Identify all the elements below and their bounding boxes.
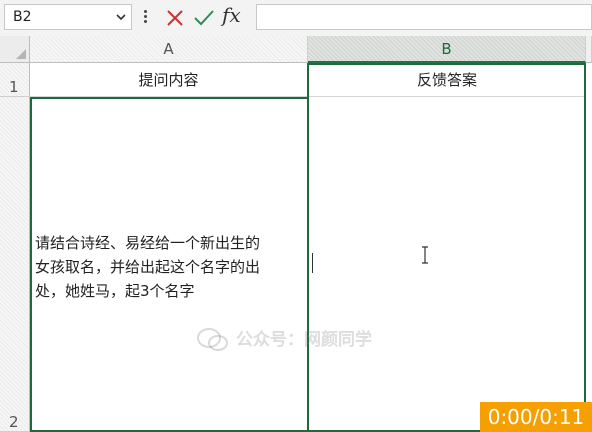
row-header-1[interactable]: 1 (0, 63, 30, 97)
chevron-down-icon[interactable] (115, 11, 127, 23)
column-header-a[interactable]: A (30, 36, 308, 63)
name-box[interactable]: B2 (4, 4, 132, 30)
cell-a2-border (30, 97, 309, 432)
more-options-icon[interactable] (140, 8, 150, 28)
wechat-icon (197, 328, 228, 351)
video-timer: 0:00/0:11 (480, 402, 592, 432)
ibeam-cursor-icon (422, 246, 428, 264)
watermark-text: 公众号：网颜同学 (236, 330, 372, 350)
watermark: 公众号：网颜同学 (196, 327, 406, 353)
cancel-icon[interactable] (163, 6, 187, 30)
row-header-2-label: 2 (9, 413, 19, 431)
column-b-selection-border (307, 63, 586, 432)
insert-function-button[interactable]: fx (222, 3, 241, 27)
formula-bar: B2 fx (0, 0, 592, 36)
spreadsheet-grid: A B 1 2 提问内容 反馈答案 请结合诗经、易经给一个新出生的 女孩取名，并… (0, 36, 592, 432)
row-header-1-label: 1 (9, 78, 19, 96)
column-header-b[interactable]: B (308, 36, 586, 63)
cell-a1[interactable]: 提问内容 (30, 63, 308, 97)
text-caret (312, 253, 313, 273)
name-box-value: B2 (13, 9, 32, 25)
formula-input[interactable] (256, 4, 592, 30)
column-header-empty (586, 36, 592, 63)
select-all-corner[interactable] (0, 36, 30, 63)
row-header-2[interactable]: 2 (0, 97, 30, 432)
enter-check-icon[interactable] (192, 6, 216, 30)
